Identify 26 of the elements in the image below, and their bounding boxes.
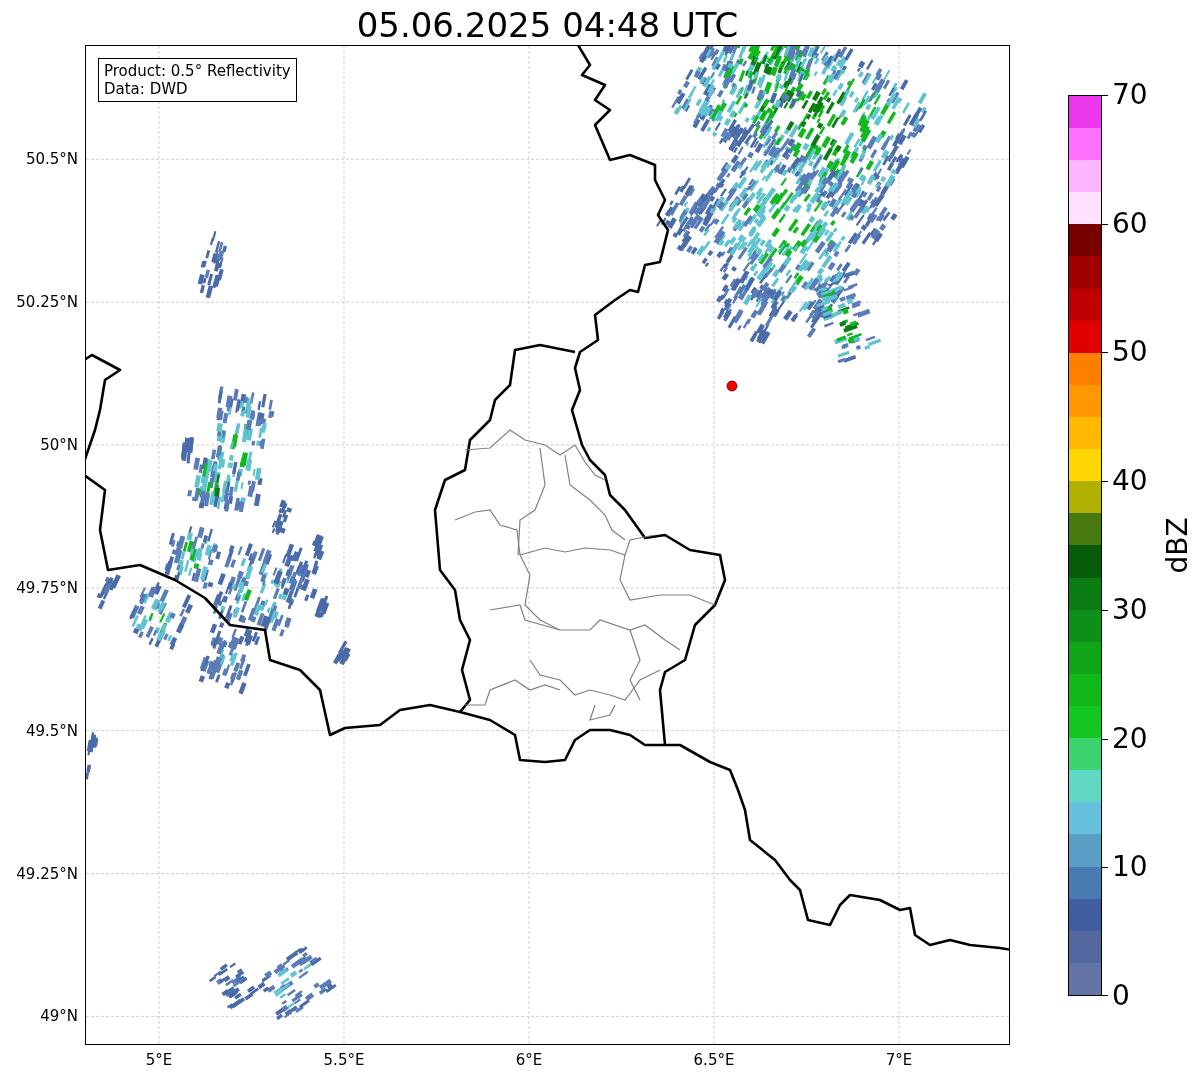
- info-text: Product: 0.5° Reflectivity: [104, 62, 291, 80]
- longitude-label: 5.5°E: [323, 1051, 365, 1069]
- chart-title: 05.06.2025 04:48 UTC: [356, 5, 739, 45]
- radar-site-marker: [726, 380, 738, 392]
- colorbar-tick-label: 60: [1112, 208, 1148, 239]
- district-border: [589, 704, 616, 721]
- colorbar-tick-label: 20: [1112, 723, 1148, 754]
- latitude-label: 50.25°N: [16, 293, 78, 312]
- colorbar-tick-label: 30: [1112, 594, 1148, 625]
- latitude-label: 50.5°N: [25, 150, 78, 169]
- colorbar-tick-label: 10: [1112, 852, 1148, 883]
- longitude-label: 7°E: [885, 1051, 913, 1069]
- latitude-label: 49.5°N: [25, 721, 78, 740]
- latitude-label: 49.25°N: [16, 864, 78, 883]
- longitude-label: 6°E: [515, 1051, 543, 1069]
- colorbar-tick-label: 0: [1112, 981, 1130, 1011]
- latitude-label: 49°N: [40, 1007, 78, 1026]
- info-text: Data: DWD: [104, 80, 189, 98]
- longitude-label: 5°E: [145, 1051, 173, 1069]
- colorbar-tick-label: 70: [1112, 80, 1148, 110]
- colorbar-tick-label: 50: [1112, 337, 1148, 368]
- latitude-label: 50°N: [40, 436, 78, 454]
- colorbar-label: dBZ: [1160, 517, 1194, 574]
- longitude-label: 6.5°E: [693, 1051, 735, 1069]
- colorbar-tick-label: 40: [1112, 466, 1148, 497]
- latitude-label: 49.75°N: [16, 578, 78, 597]
